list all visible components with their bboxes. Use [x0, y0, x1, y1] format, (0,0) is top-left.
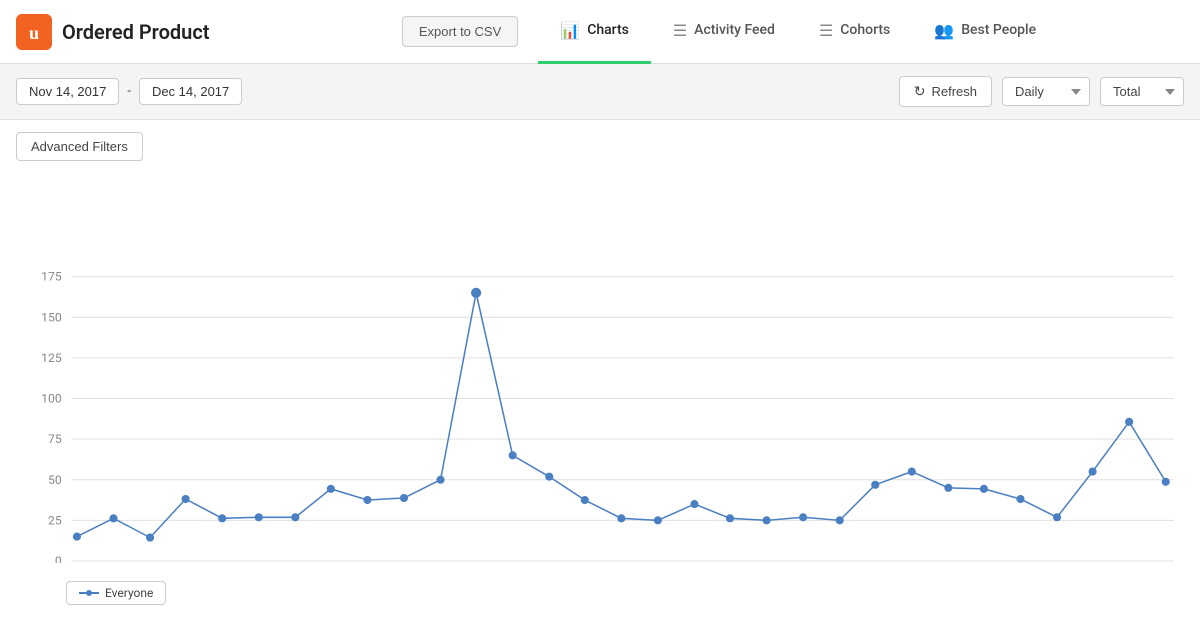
data-point: [327, 485, 335, 493]
svg-text:u: u: [29, 23, 39, 43]
data-point: [291, 513, 299, 521]
date-start[interactable]: Nov 14, 2017: [16, 78, 119, 105]
data-point: [73, 533, 81, 541]
data-point: [581, 496, 589, 504]
svg-text:25: 25: [48, 513, 62, 527]
tab-best-people[interactable]: 👥 Best People: [912, 0, 1058, 64]
cohorts-icon: ☰: [819, 21, 833, 40]
data-point: [1125, 418, 1133, 426]
export-csv-button[interactable]: Export to CSV: [402, 16, 518, 47]
refresh-label: Refresh: [931, 84, 977, 99]
data-point: [1053, 513, 1061, 521]
tab-best-people-label: Best People: [961, 22, 1036, 38]
legend-everyone-label: Everyone: [105, 586, 153, 600]
legend-everyone[interactable]: Everyone: [66, 581, 166, 605]
data-point: [617, 514, 625, 522]
main-nav: 📊 Charts ☰ Activity Feed ☰ Cohorts 👥 Bes…: [538, 0, 1058, 64]
header-center: Export to CSV 📊 Charts ☰ Activity Feed ☰…: [276, 0, 1184, 64]
data-point: [654, 516, 662, 524]
tab-activity-feed[interactable]: ☰ Activity Feed: [651, 0, 797, 64]
date-end[interactable]: Dec 14, 2017: [139, 78, 242, 105]
data-point: [1089, 468, 1097, 476]
data-point: [944, 484, 952, 492]
line-chart-svg: 0 25 50 75 100 125 150 175: [16, 173, 1184, 563]
tab-charts-label: Charts: [587, 22, 629, 38]
toolbar-right: ↻ Refresh Daily Weekly Monthly Total Uni…: [899, 76, 1184, 107]
svg-text:100: 100: [41, 392, 62, 406]
svg-text:75: 75: [48, 432, 62, 446]
data-point: [726, 514, 734, 522]
data-point: [836, 516, 844, 524]
svg-text:125: 125: [41, 351, 62, 365]
page-title: Ordered Product: [62, 20, 209, 44]
data-point: [218, 514, 226, 522]
aggregation-select[interactable]: Total Unique: [1100, 77, 1184, 106]
chart-area: Advanced Filters 0 25 50 75 100 125 150 …: [0, 120, 1200, 617]
app-logo-icon: u: [16, 14, 52, 50]
data-point: [871, 481, 879, 489]
data-point: [1162, 478, 1170, 486]
data-point: [509, 451, 517, 459]
data-point-peak: [471, 288, 481, 298]
data-point: [763, 516, 771, 524]
charts-icon: 📊: [560, 21, 580, 40]
best-people-icon: 👥: [934, 21, 954, 40]
data-point: [436, 476, 444, 484]
data-point: [799, 513, 807, 521]
svg-text:0: 0: [55, 554, 62, 563]
chart-legend: Everyone: [16, 573, 1184, 617]
legend-line-icon: [79, 592, 99, 594]
date-separator: -: [127, 84, 131, 99]
activity-feed-icon: ☰: [673, 21, 687, 40]
data-point: [146, 534, 154, 542]
app-header: u Ordered Product Export to CSV 📊 Charts…: [0, 0, 1200, 64]
svg-text:150: 150: [41, 310, 62, 324]
date-range: Nov 14, 2017 - Dec 14, 2017: [16, 78, 242, 105]
tab-charts[interactable]: 📊 Charts: [538, 0, 651, 64]
data-point: [255, 513, 263, 521]
tab-cohorts-label: Cohorts: [840, 22, 890, 38]
data-point: [363, 496, 371, 504]
data-point: [980, 485, 988, 493]
frequency-select[interactable]: Daily Weekly Monthly: [1002, 77, 1090, 106]
data-point: [545, 473, 553, 481]
chart-container: 0 25 50 75 100 125 150 175: [16, 173, 1184, 563]
data-point: [400, 494, 408, 502]
data-point: [182, 495, 190, 503]
refresh-icon: ↻: [914, 83, 926, 100]
data-point: [908, 468, 916, 476]
chart-line: [77, 293, 1166, 538]
svg-text:175: 175: [41, 270, 62, 284]
data-point: [109, 514, 117, 522]
logo-area: u Ordered Product: [16, 14, 276, 50]
data-point: [690, 500, 698, 508]
svg-text:50: 50: [48, 473, 62, 487]
data-point: [1016, 495, 1024, 503]
advanced-filters-button[interactable]: Advanced Filters: [16, 132, 143, 161]
refresh-button[interactable]: ↻ Refresh: [899, 76, 992, 107]
tab-cohorts[interactable]: ☰ Cohorts: [797, 0, 912, 64]
tab-activity-feed-label: Activity Feed: [694, 22, 775, 38]
toolbar: Nov 14, 2017 - Dec 14, 2017 ↻ Refresh Da…: [0, 64, 1200, 120]
